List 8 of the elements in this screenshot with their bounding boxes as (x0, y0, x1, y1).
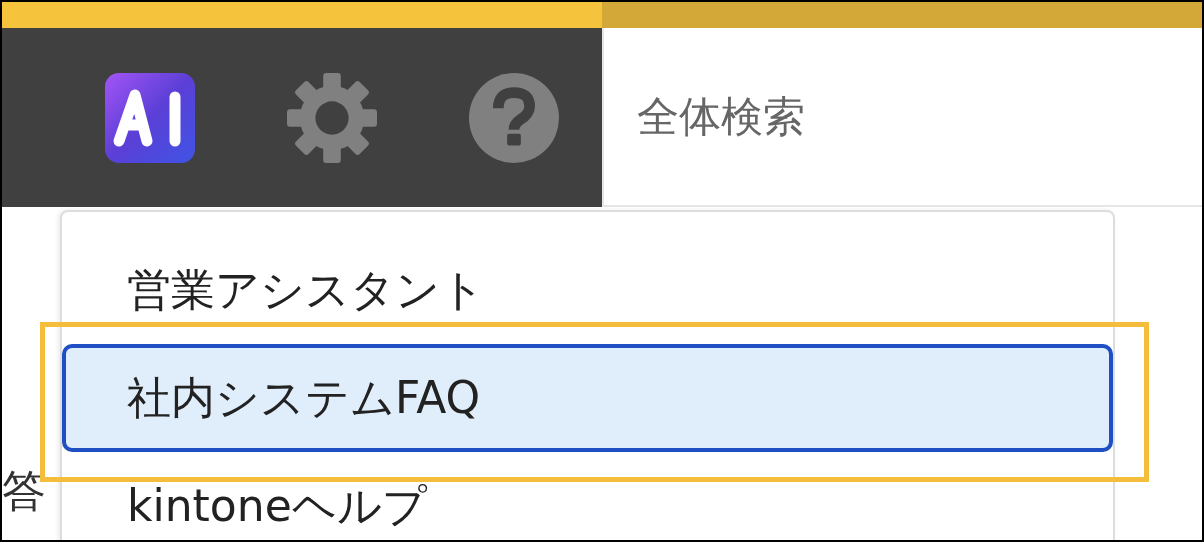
menu-item[interactable]: 社内システムFAQ (62, 344, 1113, 452)
menu-item[interactable]: kintoneヘルプ (62, 452, 1113, 540)
search-field[interactable]: 全体検索 (604, 91, 1202, 142)
settings-icon[interactable] (287, 72, 377, 163)
menu-item[interactable]: 営業アシスタント (62, 236, 1113, 344)
ai-icon[interactable] (105, 72, 195, 163)
body-text: 答 (2, 469, 46, 513)
help-icon[interactable] (469, 72, 559, 163)
